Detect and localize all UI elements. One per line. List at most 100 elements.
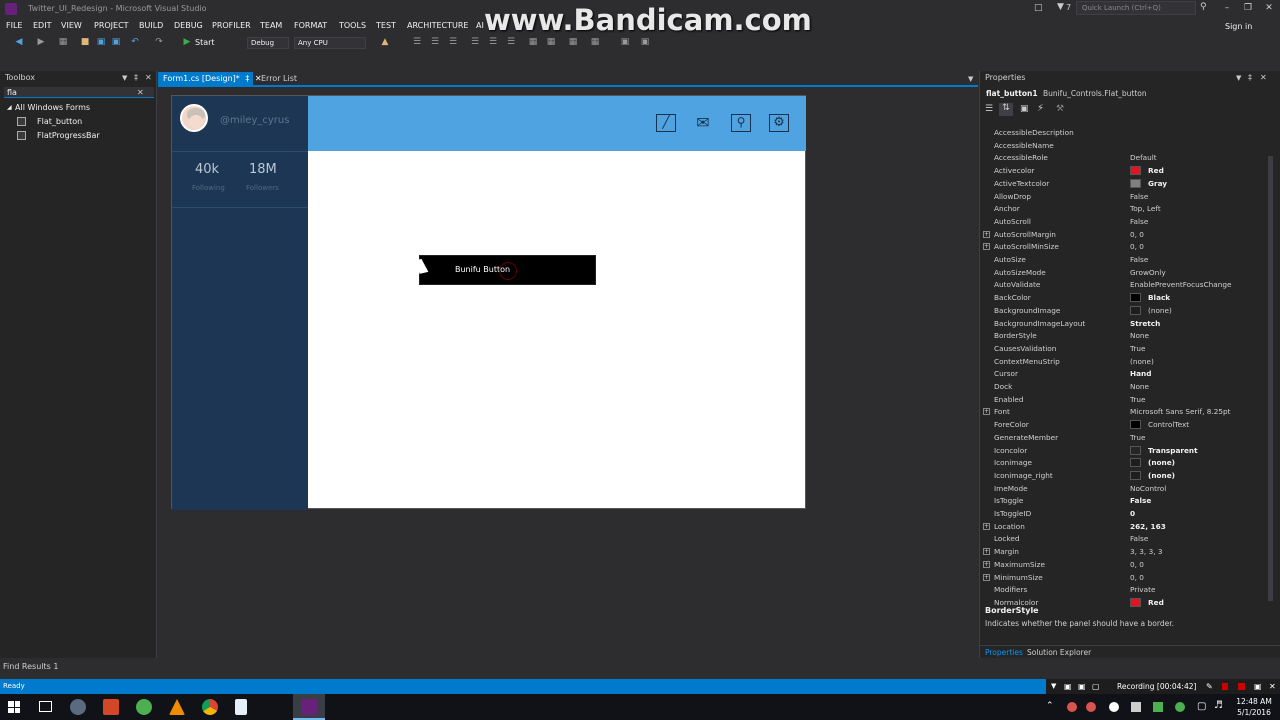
tab-solution-explorer[interactable]: Solution Explorer (1027, 648, 1091, 657)
property-value[interactable]: False (1130, 494, 1151, 507)
expand-plus-icon[interactable]: + (983, 243, 990, 251)
tray-icon-6[interactable] (1175, 702, 1185, 712)
clock[interactable]: 12:48 AM 5/1/2016 (1234, 696, 1274, 718)
object-selector[interactable]: flat_button1 Bunifu_Controls.Flat_button (986, 87, 1271, 100)
menu-file[interactable]: FILE (6, 21, 22, 30)
pause-icon[interactable] (1222, 683, 1228, 690)
property-value[interactable]: GrowOnly (1130, 266, 1166, 279)
save-icon[interactable]: ▣ (96, 37, 106, 47)
pen-icon[interactable]: ✎ (1206, 679, 1213, 694)
property-row[interactable]: + Margin 3, 3, 3, 3 (980, 545, 1266, 558)
expand-plus-icon[interactable]: + (983, 408, 990, 416)
close-button[interactable]: ✕ (1262, 2, 1276, 14)
property-row[interactable]: + Font Microsoft Sans Serif, 8.25pt (980, 405, 1266, 418)
notification-flag-icon[interactable]: □ (1034, 3, 1043, 13)
property-row[interactable]: BorderStyle None (980, 329, 1266, 342)
property-row[interactable]: IsToggle False (980, 494, 1266, 507)
property-row[interactable]: AutoScroll False (980, 215, 1266, 228)
property-row[interactable]: AccessibleDescription (980, 126, 1266, 139)
volume-icon[interactable]: ♬ (1214, 700, 1223, 711)
property-row[interactable]: BackgroundImageLayout Stretch (980, 317, 1266, 330)
vlc-icon[interactable] (169, 699, 185, 715)
forward-icon[interactable]: ▶ (36, 37, 46, 47)
toolbox-dropdown-icon[interactable]: ▼ (122, 74, 127, 82)
property-row[interactable]: Iconcolor Transparent (980, 444, 1266, 457)
property-row[interactable]: Anchor Top, Left (980, 202, 1266, 215)
events-icon[interactable]: ⚡ (1037, 103, 1044, 114)
property-row[interactable]: Modifiers Private (980, 583, 1266, 596)
align-left-icon[interactable]: ☰ (412, 37, 422, 47)
search-icon[interactable]: ⚲ (731, 114, 751, 132)
send-back-icon[interactable]: ▣ (640, 37, 650, 47)
task-view-icon[interactable] (39, 701, 52, 712)
platform-select[interactable]: Any CPU (294, 37, 366, 49)
property-row[interactable]: + MinimumSize 0, 0 (980, 571, 1266, 584)
align-top-icon[interactable]: ☰ (470, 37, 480, 47)
property-value[interactable]: EnablePreventFocusChange (1130, 278, 1232, 291)
align-middle-icon[interactable]: ☰ (488, 37, 498, 47)
form-designer-surface[interactable]: @miley_cyrus 40k Following 18M Followers… (171, 95, 806, 510)
avatar[interactable] (180, 104, 208, 132)
tray-icon-4[interactable] (1131, 702, 1141, 712)
menu-project[interactable]: PROJECT (94, 21, 129, 30)
bandicam-fullscreen-icon[interactable]: ▣ (1078, 679, 1086, 694)
property-row[interactable]: AccessibleName (980, 139, 1266, 152)
property-value[interactable]: True (1130, 393, 1146, 406)
powerpoint-icon[interactable] (103, 699, 119, 715)
same-size-icon[interactable]: ▦ (528, 37, 538, 47)
start-button[interactable]: Start (195, 38, 215, 47)
property-value[interactable]: Red (1148, 596, 1164, 609)
expand-arrow-icon[interactable]: ◢ (7, 104, 12, 111)
toolbox-close-icon[interactable]: ✕ (145, 73, 152, 82)
visual-studio-taskbar-button[interactable] (293, 694, 325, 720)
menu-profiler[interactable]: PROFILER (212, 21, 251, 30)
property-value[interactable]: Default (1130, 151, 1157, 164)
minimize-button[interactable]: – (1220, 2, 1234, 14)
toolbox-item-flat-button[interactable]: Flat_button (37, 117, 82, 126)
file-icon[interactable] (235, 699, 247, 715)
property-row[interactable]: CausesValidation True (980, 342, 1266, 355)
property-value[interactable]: 0 (1130, 507, 1135, 520)
property-row[interactable]: + Location 262, 163 (980, 520, 1266, 533)
toolbox-pin-icon[interactable]: ‡ (134, 73, 138, 82)
property-value[interactable]: 0, 0 (1130, 240, 1144, 253)
property-value[interactable]: Microsoft Sans Serif, 8.25pt (1130, 405, 1230, 418)
property-value[interactable]: True (1130, 431, 1146, 444)
property-row[interactable]: GenerateMember True (980, 431, 1266, 444)
property-value[interactable]: 262, 163 (1130, 520, 1166, 533)
property-value[interactable]: Black (1148, 291, 1170, 304)
tab-overflow-icon[interactable]: ▼ (968, 75, 973, 83)
property-value[interactable]: None (1130, 380, 1149, 393)
compose-icon[interactable]: ╱ (656, 114, 676, 132)
property-value[interactable]: False (1130, 190, 1148, 203)
taskbar-app-3-icon[interactable] (136, 699, 152, 715)
open-file-icon[interactable]: ■ (80, 37, 90, 47)
property-value[interactable]: Red (1148, 164, 1164, 177)
property-row[interactable]: IsToggleID 0 (980, 507, 1266, 520)
tab-order-icon[interactable]: ▦ (590, 37, 600, 47)
expand-plus-icon[interactable]: + (983, 230, 990, 238)
mail-icon[interactable]: ✉ (693, 114, 713, 132)
spacing-icon[interactable]: ▦ (568, 37, 578, 47)
bandicam-window-icon[interactable]: ▣ (1064, 679, 1072, 694)
property-value[interactable]: Top, Left (1130, 202, 1161, 215)
menu-tools[interactable]: TOOLS (339, 21, 366, 30)
tray-icon-2[interactable] (1086, 702, 1096, 712)
tab-error-list[interactable]: Error List (256, 72, 297, 86)
taskbar-app-1-icon[interactable] (70, 699, 86, 715)
start-play-icon[interactable]: ▶ (182, 37, 192, 47)
property-value[interactable]: Private (1130, 583, 1155, 596)
tray-icon-3[interactable] (1109, 702, 1119, 712)
toolbox-item-flat-progressbar[interactable]: FlatProgressBar (37, 131, 100, 140)
toolbox-group[interactable]: All Windows Forms (15, 103, 90, 112)
bandicam-close-icon[interactable]: ✕ (1269, 679, 1276, 694)
property-grid-scrollbar[interactable] (1268, 156, 1273, 601)
menu-team[interactable]: TEAM (260, 21, 282, 30)
property-value[interactable]: 0, 0 (1130, 228, 1144, 241)
property-row[interactable]: AllowDrop False (980, 190, 1266, 203)
network-icon[interactable]: ▢ (1197, 701, 1206, 712)
property-value[interactable]: 0, 0 (1130, 571, 1144, 584)
bring-front-icon[interactable]: ▣ (620, 37, 630, 47)
chrome-icon[interactable] (202, 699, 218, 715)
search-clear-icon[interactable]: ✕ (137, 88, 144, 97)
